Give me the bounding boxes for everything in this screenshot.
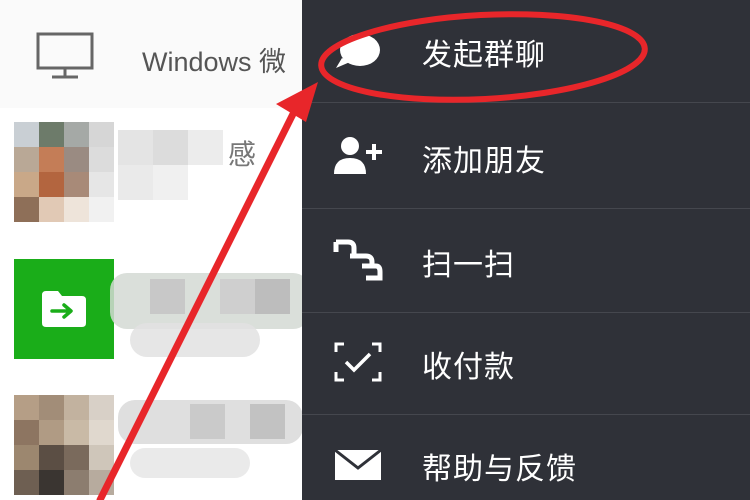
envelope-icon [334, 448, 382, 480]
menu-item-label: 扫一扫 [422, 248, 515, 283]
message-blur [130, 448, 250, 478]
windows-login-label: Windows 微 [142, 47, 287, 77]
chat-bubble-icon [336, 34, 380, 68]
menu-item-label: 帮助与反馈 [422, 452, 577, 487]
add-friend-icon [334, 137, 382, 174]
menu-item-start-group-chat[interactable]: 发起群聊 [302, 0, 750, 103]
menu-item-pay-collect[interactable]: 收付款 [302, 312, 750, 415]
menu-item-scan[interactable]: 扫一扫 [302, 210, 750, 313]
menu-item-help-feedback[interactable]: 帮助与反馈 [302, 414, 750, 500]
menu-item-add-friends[interactable]: 添加朋友 [302, 106, 750, 209]
file-transfer-avatar [14, 259, 114, 359]
menu-item-label: 收付款 [422, 350, 515, 385]
message-blur [130, 323, 260, 357]
scan-icon [333, 239, 383, 281]
avatar [14, 395, 114, 495]
folder-arrow-icon [42, 291, 86, 327]
menu-item-label: 发起群聊 [422, 38, 546, 73]
avatar [14, 122, 114, 222]
chat-name-partial: 感 [228, 138, 257, 171]
menu-item-label: 添加朋友 [422, 144, 546, 179]
monitor-icon [36, 32, 94, 79]
payment-scan-icon [334, 342, 382, 382]
plus-menu: 发起群聊 添加朋友 扫一扫 收付款 帮助与反馈 [302, 0, 750, 500]
